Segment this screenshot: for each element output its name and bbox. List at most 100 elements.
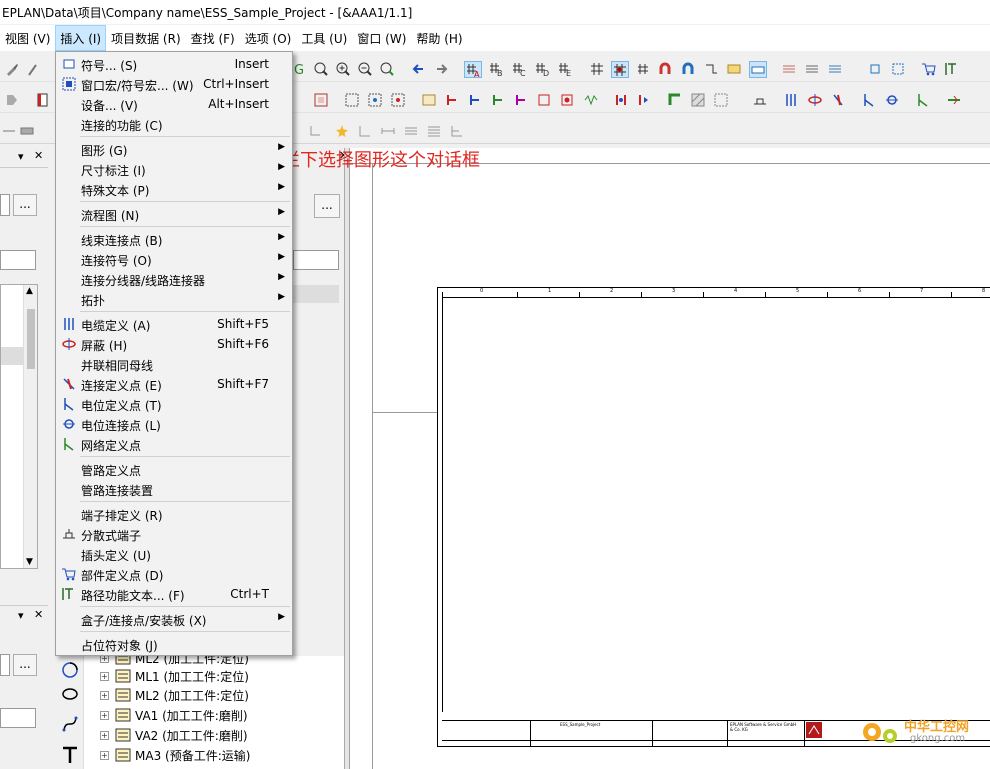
select-frame-icon[interactable] <box>866 61 884 78</box>
page-icon[interactable] <box>34 92 52 109</box>
grid-d-icon[interactable]: D <box>533 61 551 78</box>
more-button-2[interactable]: ... <box>13 654 37 676</box>
tree-row[interactable]: + ML2 (加工工件:定位) <box>100 685 249 705</box>
interruption-point-icon[interactable] <box>945 92 963 109</box>
close-icon[interactable]: ✕ <box>34 149 43 162</box>
schematic-sheet[interactable]: 0 1 2 3 4 5 6 7 8 ESS_Sample_Project EPL… <box>437 287 990 747</box>
more-button[interactable]: ... <box>13 194 37 216</box>
navigator-search-field[interactable] <box>293 250 339 270</box>
arrow-right-icon[interactable] <box>432 61 450 78</box>
group-icon[interactable] <box>343 92 361 109</box>
menu-find[interactable]: 查找 (F) <box>186 25 240 51</box>
panel-search-field-2[interactable] <box>0 708 36 728</box>
menu-item-splitter[interactable]: 连接分线器/线路连接器 ▶ <box>57 269 291 289</box>
zoom-g-icon[interactable]: G <box>292 61 310 78</box>
wire-tool-icon[interactable] <box>702 61 720 78</box>
scrollbar-vertical[interactable]: ▲ ▼ <box>23 285 37 568</box>
zoom-in-icon[interactable] <box>334 61 352 78</box>
menu-item-special-text[interactable]: 特殊文本 (P) ▶ <box>57 179 291 199</box>
signal-icon[interactable] <box>582 92 600 109</box>
zoom-out-icon[interactable] <box>356 61 374 78</box>
menu-item-distributed-terminal[interactable]: 分散式端子 <box>57 524 291 544</box>
shield-tb-icon[interactable] <box>806 92 824 109</box>
menu-item-network-definition-point[interactable]: 网络定义点 <box>57 434 291 454</box>
menu-item-potential-definition-point[interactable]: 电位定义点 (T) <box>57 394 291 414</box>
select-region-icon[interactable] <box>889 61 907 78</box>
terminal-icon[interactable] <box>420 92 438 109</box>
menu-item-dimension[interactable]: 尺寸标注 (I) ▶ <box>57 159 291 179</box>
close-2-icon[interactable]: ✕ <box>34 608 43 621</box>
menu-item-connected-function[interactable]: 连接的功能 (C) <box>57 114 291 134</box>
navigator-tree-left[interactable]: ▲ ▼ <box>0 284 38 569</box>
menu-item-potential-connection-point[interactable]: 电位连接点 (L) <box>57 414 291 434</box>
tree-structure-icon[interactable] <box>448 123 466 140</box>
grid-e-icon[interactable]: E <box>556 61 574 78</box>
menu-item-pipe-connector[interactable]: 管路连接装置 <box>57 479 291 499</box>
expand-icon[interactable]: + <box>100 730 109 740</box>
connector-2-icon[interactable] <box>466 92 484 109</box>
grid-a-icon[interactable]: A <box>464 61 482 78</box>
connector-4-icon[interactable] <box>512 92 530 109</box>
menu-window[interactable]: 窗口 (W) <box>352 25 411 51</box>
menu-item-graphics[interactable]: 图形 (G) ▶ <box>57 139 291 159</box>
text-tool-icon[interactable] <box>61 745 79 765</box>
hash-icon[interactable] <box>634 61 652 78</box>
hatch-icon[interactable] <box>803 61 821 78</box>
format-icon[interactable] <box>24 61 42 78</box>
menu-item-connection-symbol[interactable]: 连接符号 (O) ▶ <box>57 249 291 269</box>
grid-b-icon[interactable]: B <box>487 61 505 78</box>
menu-item-topology[interactable]: 拓扑 ▶ <box>57 289 291 309</box>
group-3-icon[interactable] <box>389 92 407 109</box>
menu-item-cable-definition[interactable]: 电缆定义 (A) Shift+F5 <box>57 314 291 334</box>
arc-icon[interactable] <box>61 661 79 679</box>
menu-tools[interactable]: 工具 (U) <box>296 25 352 51</box>
hatch-area-icon[interactable] <box>689 92 707 109</box>
corner-icon[interactable] <box>356 123 374 140</box>
expand-icon[interactable]: + <box>100 710 109 720</box>
menu-insert[interactable]: 插入 (I) <box>55 25 107 51</box>
draw-rect-icon[interactable] <box>18 123 36 140</box>
menu-item-symbol[interactable]: 符号... (S) Insert <box>57 54 291 74</box>
potential-point-tb-icon[interactable] <box>860 92 878 109</box>
plc-icon[interactable] <box>612 92 630 109</box>
pin-icon[interactable]: ▾ <box>18 150 24 163</box>
draw-line-icon[interactable] <box>0 123 18 140</box>
trim-icon[interactable] <box>306 123 324 140</box>
potential-connection-tb-icon[interactable] <box>883 92 901 109</box>
grid-icon[interactable] <box>588 61 606 78</box>
menu-item-shield[interactable]: 屏蔽 (H) Shift+F6 <box>57 334 291 354</box>
menu-item-device[interactable]: 设备... (V) Alt+Insert <box>57 94 291 114</box>
menu-project-data[interactable]: 项目数据 (R) <box>106 25 186 51</box>
list-icon[interactable] <box>402 123 420 140</box>
menu-item-plug-definition[interactable]: 插头定义 (U) <box>57 544 291 564</box>
menu-item-path-function-text[interactable]: 路径功能文本... (F) Ctrl+T <box>57 584 291 604</box>
magnet-icon[interactable] <box>656 61 674 78</box>
menu-item-terminal-strip-definition[interactable]: 端子排定义 (R) <box>57 504 291 524</box>
cart-icon[interactable] <box>920 61 938 78</box>
navigator-more-button[interactable]: ... <box>314 194 340 218</box>
layer-icon[interactable] <box>826 61 844 78</box>
menu-options[interactable]: 选项 (O) <box>240 25 297 51</box>
plc-2-icon[interactable] <box>635 92 653 109</box>
grid-c-icon[interactable]: C <box>510 61 528 78</box>
zoom-all-icon[interactable] <box>378 61 396 78</box>
connection-point-tb-icon[interactable] <box>829 92 847 109</box>
pin-2-icon[interactable]: ▾ <box>18 609 24 622</box>
panel-filter-field[interactable] <box>0 194 10 216</box>
list-2-icon[interactable] <box>425 123 443 140</box>
fill-icon[interactable] <box>666 92 684 109</box>
tree-row[interactable]: + ML1 (加工工件:定位) <box>100 666 249 686</box>
mounting-rail-icon[interactable] <box>751 92 769 109</box>
ellipse-icon[interactable] <box>61 685 79 703</box>
menu-item-connection-definition-point[interactable]: 连接定义点 (E) Shift+F7 <box>57 374 291 394</box>
menu-item-placeholder-object[interactable]: 占位符对象 (J) <box>57 634 291 654</box>
cable-definition-tb-icon[interactable] <box>782 92 800 109</box>
star-icon[interactable] <box>333 123 351 140</box>
magnet-snap-icon[interactable] <box>679 61 697 78</box>
arrow-left-icon[interactable] <box>410 61 428 78</box>
navigate-icon[interactable] <box>3 92 21 109</box>
menu-item-flowchart[interactable]: 流程图 (N) ▶ <box>57 204 291 224</box>
menu-item-part-definition-point[interactable]: 部件定义点 (D) <box>57 564 291 584</box>
brush-icon[interactable] <box>3 61 21 78</box>
connector-icon[interactable] <box>443 92 461 109</box>
